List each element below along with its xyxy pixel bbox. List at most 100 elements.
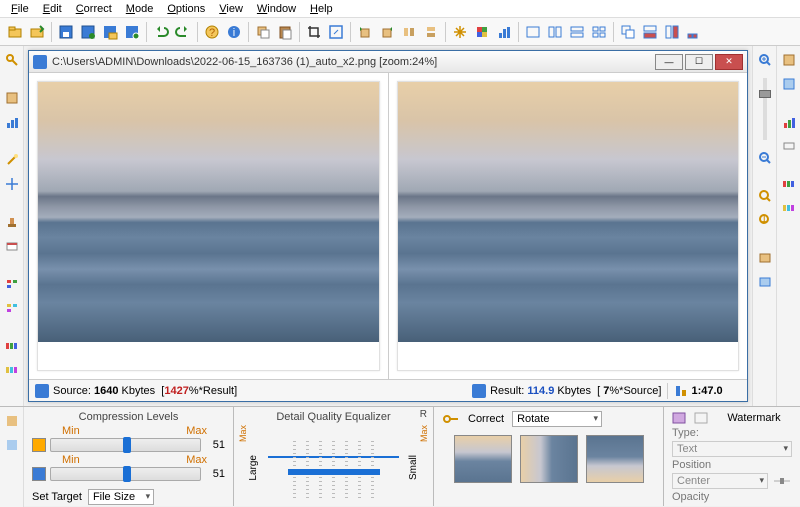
- eq-band-5[interactable]: [345, 441, 348, 501]
- save-web-button[interactable]: [121, 21, 143, 43]
- maximize-button[interactable]: ☐: [685, 54, 713, 70]
- minimize-button[interactable]: —: [655, 54, 683, 70]
- rtool-6-icon[interactable]: [779, 198, 799, 218]
- menu-help[interactable]: Help: [303, 2, 340, 16]
- info-button[interactable]: i: [223, 21, 245, 43]
- arrange-button[interactable]: [683, 21, 705, 43]
- eq-band-1[interactable]: [293, 441, 296, 501]
- rtool-1-icon[interactable]: [779, 50, 799, 70]
- compression-slider-2[interactable]: [50, 467, 201, 481]
- tool-palette1-icon[interactable]: [2, 336, 22, 356]
- open-button[interactable]: [4, 21, 26, 43]
- zoom-fit-icon[interactable]: [755, 186, 775, 206]
- resize-button[interactable]: [325, 21, 347, 43]
- menu-edit[interactable]: Edit: [36, 2, 69, 16]
- view3-button[interactable]: [566, 21, 588, 43]
- menu-view[interactable]: View: [212, 2, 250, 16]
- svg-text:1: 1: [760, 213, 766, 225]
- wm-type-combo[interactable]: Text: [672, 441, 792, 457]
- eq-band-7[interactable]: [371, 441, 374, 501]
- paste-button[interactable]: [274, 21, 296, 43]
- cascade-button[interactable]: [617, 21, 639, 43]
- watermark-title: Watermark: [716, 412, 792, 424]
- correct-combo[interactable]: Rotate: [512, 411, 602, 427]
- min-label: Min: [62, 425, 80, 437]
- rtool-2-icon[interactable]: [779, 74, 799, 94]
- zoom-in-icon[interactable]: [755, 50, 775, 70]
- save-as-button[interactable]: [77, 21, 99, 43]
- tool-palette2-icon[interactable]: [2, 360, 22, 380]
- color-button[interactable]: [471, 21, 493, 43]
- menubar: File Edit Correct Mode Options View Wind…: [0, 0, 800, 18]
- help-button[interactable]: ?: [201, 21, 223, 43]
- document-window: C:\Users\ADMIN\Downloads\2022-06-15_1637…: [28, 50, 748, 402]
- copy-button[interactable]: [252, 21, 274, 43]
- view2-button[interactable]: [544, 21, 566, 43]
- tool-compress-icon[interactable]: [2, 88, 22, 108]
- view-dual-icon[interactable]: [755, 272, 775, 292]
- target-combo[interactable]: File Size: [88, 489, 154, 505]
- opacity-slider-mini[interactable]: [772, 475, 792, 487]
- crop-button[interactable]: [303, 21, 325, 43]
- tool-card-icon[interactable]: [2, 236, 22, 256]
- tool-levels-icon[interactable]: [2, 112, 22, 132]
- result-pct-suffix: %*Source: [609, 385, 658, 397]
- result-label: Result:: [490, 385, 524, 397]
- rotate-right-button[interactable]: [376, 21, 398, 43]
- slider2-value: 51: [205, 468, 225, 480]
- menu-correct[interactable]: Correct: [69, 2, 119, 16]
- flip-v-button[interactable]: [420, 21, 442, 43]
- right-toolbar-2: [776, 46, 800, 406]
- rotate-left-button[interactable]: [354, 21, 376, 43]
- tool-group1-icon[interactable]: [2, 274, 22, 294]
- view-single-icon[interactable]: [755, 248, 775, 268]
- save-mail-button[interactable]: [99, 21, 121, 43]
- app-icon: [33, 55, 47, 69]
- tool-move-icon[interactable]: [2, 174, 22, 194]
- key-icon[interactable]: [2, 50, 22, 70]
- compression-slider-1[interactable]: [50, 438, 201, 452]
- rtool-5-icon[interactable]: [779, 174, 799, 194]
- wm-pos-combo[interactable]: Center: [672, 473, 768, 489]
- watermark-icon2[interactable]: [694, 411, 710, 425]
- eq-band-4[interactable]: [332, 441, 335, 501]
- pan-button[interactable]: [449, 21, 471, 43]
- menu-mode[interactable]: Mode: [119, 2, 161, 16]
- rotate-90-thumb[interactable]: [520, 435, 578, 483]
- view1-button[interactable]: [522, 21, 544, 43]
- eq-band-3[interactable]: [319, 441, 322, 501]
- result-image[interactable]: [397, 81, 740, 371]
- source-pct-suffix: %*Result: [189, 385, 234, 397]
- tool-group2-icon[interactable]: [2, 298, 22, 318]
- open2-button[interactable]: [26, 21, 48, 43]
- eq-band-6[interactable]: [358, 441, 361, 501]
- eq-band-2[interactable]: [306, 441, 309, 501]
- rotate-0-thumb[interactable]: [454, 435, 512, 483]
- source-image[interactable]: [37, 81, 380, 371]
- menu-options[interactable]: Options: [160, 2, 212, 16]
- undo-button[interactable]: [150, 21, 172, 43]
- tool-stamp-icon[interactable]: [2, 212, 22, 232]
- tool-wand-icon[interactable]: [2, 150, 22, 170]
- view4-button[interactable]: [588, 21, 610, 43]
- tile-v-button[interactable]: [661, 21, 683, 43]
- bl-1-icon[interactable]: [2, 411, 22, 431]
- levels-button[interactable]: [493, 21, 515, 43]
- rtool-3-icon[interactable]: [779, 112, 799, 132]
- zoom-out-icon[interactable]: [755, 148, 775, 168]
- tile-h-button[interactable]: [639, 21, 661, 43]
- rotate-180-thumb[interactable]: [586, 435, 644, 483]
- close-button[interactable]: ✕: [715, 54, 743, 70]
- redo-button[interactable]: [172, 21, 194, 43]
- main-area: C:\Users\ADMIN\Downloads\2022-06-15_1637…: [0, 46, 800, 406]
- rtool-4-icon[interactable]: [779, 136, 799, 156]
- bl-2-icon[interactable]: [2, 435, 22, 455]
- zoom-100-icon[interactable]: 1: [755, 210, 775, 230]
- menu-file[interactable]: File: [4, 2, 36, 16]
- watermark-icon1[interactable]: [672, 411, 688, 425]
- eq-title: Detail Quality Equalizer: [242, 411, 425, 423]
- flip-h-button[interactable]: [398, 21, 420, 43]
- wm-pos-label: Position: [672, 459, 711, 471]
- save-button[interactable]: [55, 21, 77, 43]
- menu-window[interactable]: Window: [250, 2, 303, 16]
